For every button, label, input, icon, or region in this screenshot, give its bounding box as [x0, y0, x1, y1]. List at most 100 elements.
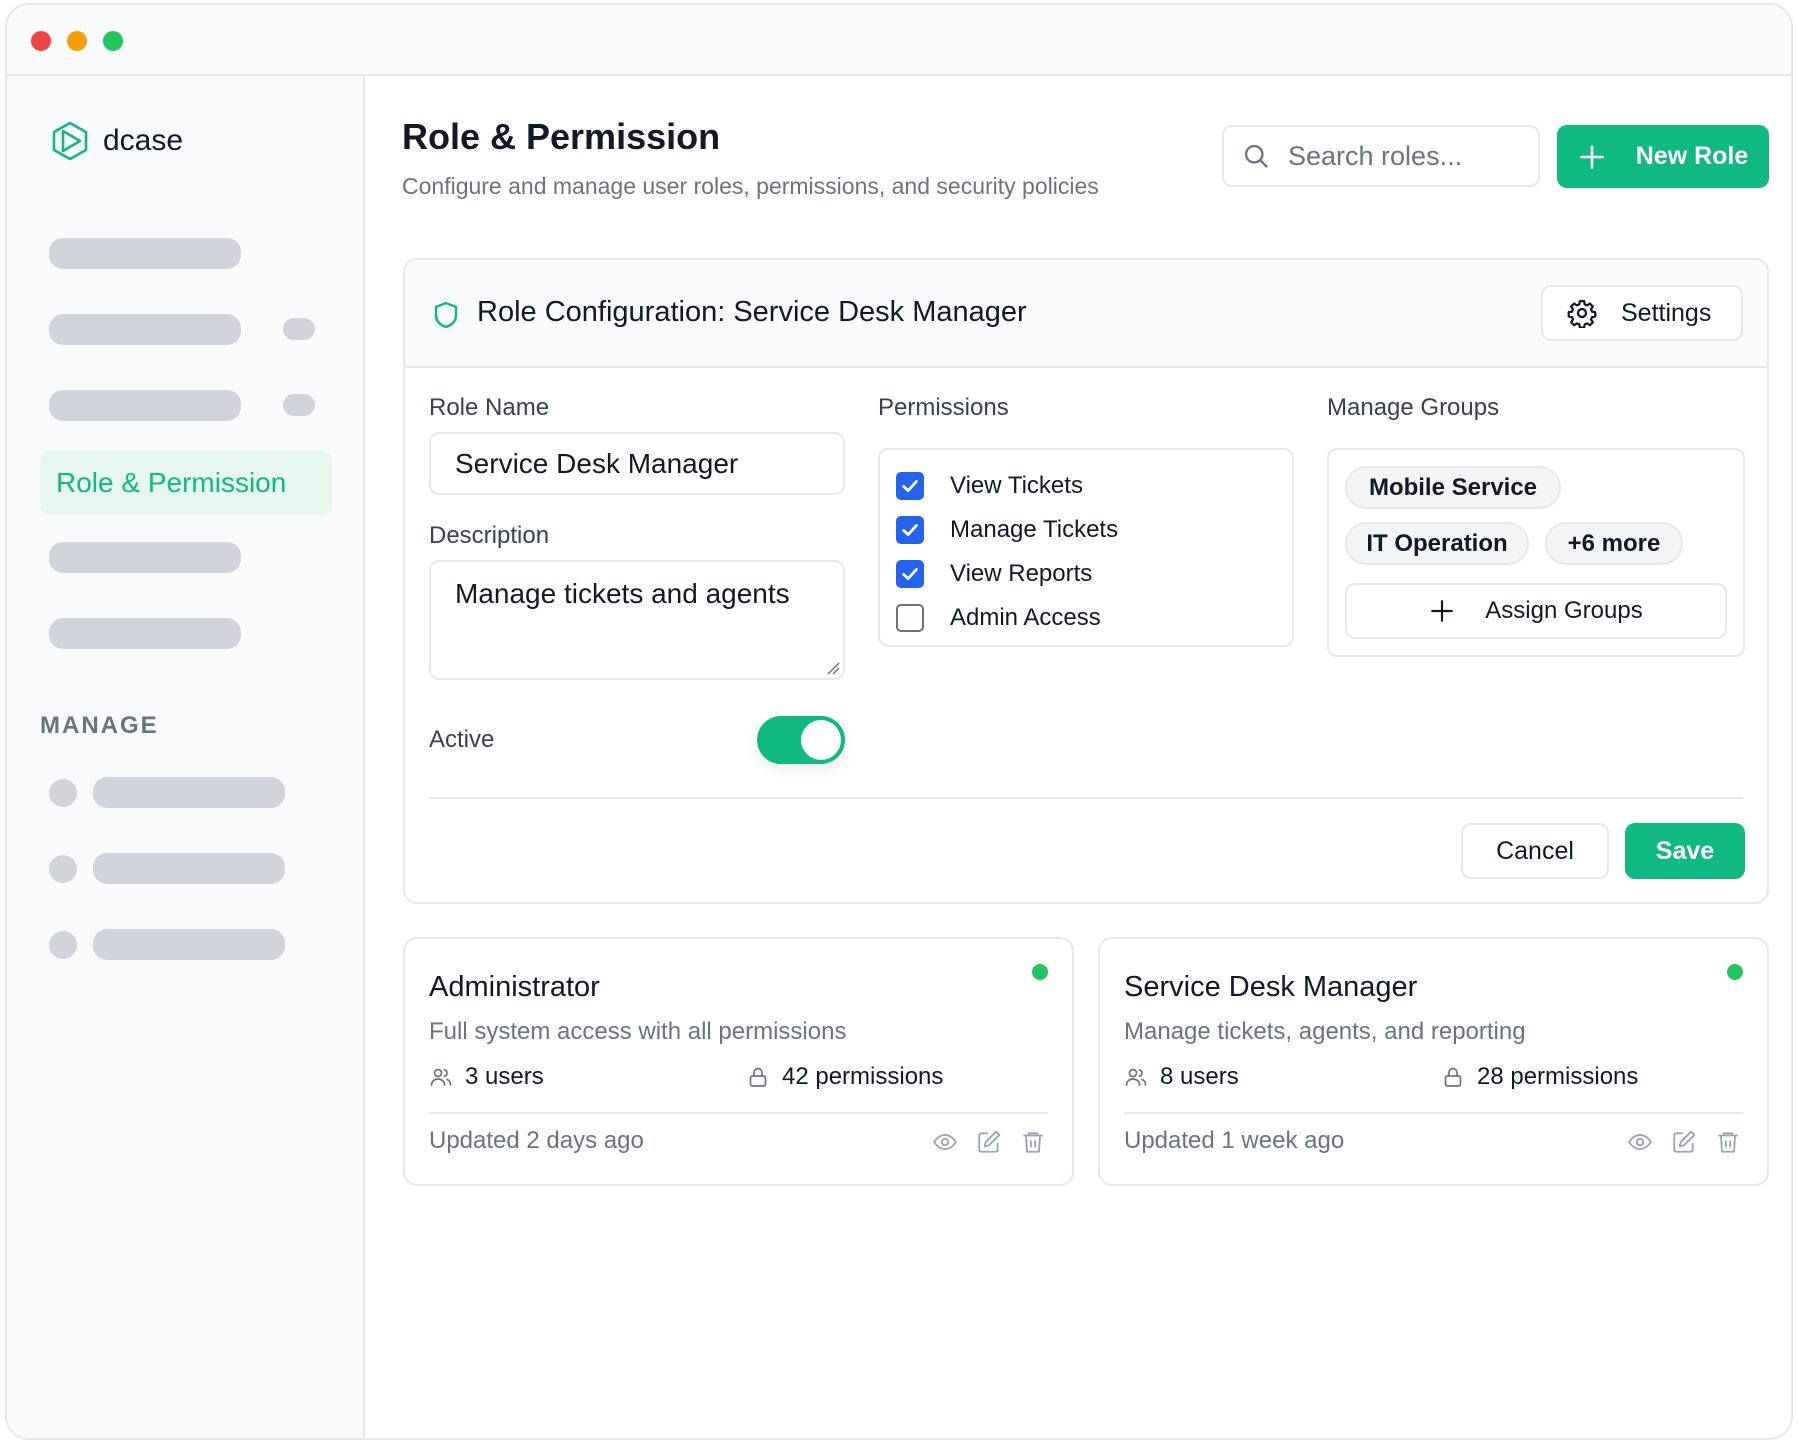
nav-item-placeholder[interactable] — [49, 238, 241, 269]
permission-item[interactable]: View Reports — [880, 552, 1292, 596]
settings-label: Settings — [1621, 298, 1712, 327]
nav-item-placeholder[interactable] — [49, 542, 241, 573]
cancel-button[interactable]: Cancel — [1461, 823, 1609, 879]
page-subtitle: Configure and manage user roles, permiss… — [402, 173, 1099, 199]
role-name-input[interactable] — [429, 432, 845, 495]
permissions-count: 28 permissions — [1441, 1063, 1638, 1091]
permission-label: View Tickets — [950, 472, 1083, 499]
eye-icon[interactable] — [932, 1129, 958, 1155]
card-actions — [914, 1129, 1046, 1155]
search-input[interactable] — [1288, 140, 1528, 172]
nav-item-placeholder[interactable] — [93, 929, 285, 960]
permission-label: Manage Tickets — [950, 516, 1119, 543]
role-name: Service Desk Manager — [1124, 971, 1418, 1003]
description-textarea[interactable]: Manage tickets and agents — [429, 560, 845, 680]
permission-item[interactable]: View Tickets — [880, 464, 1292, 508]
active-label: Active — [429, 726, 495, 753]
nav-item-placeholder[interactable] — [49, 390, 241, 421]
page-title: Role & Permission — [402, 116, 721, 157]
app-window: dcase Role & Permission MANAGE Role & Pe… — [5, 3, 1793, 1440]
permissions-count-text: 42 permissions — [782, 1063, 944, 1090]
users-count-text: 8 users — [1160, 1063, 1239, 1090]
description-value: Manage tickets and agents — [455, 578, 790, 609]
checkbox-checked[interactable] — [896, 516, 924, 544]
search-box[interactable] — [1222, 125, 1540, 187]
app-logo[interactable]: dcase — [49, 120, 183, 162]
permissions-count-text: 28 permissions — [1477, 1063, 1639, 1090]
updated-text: Updated 1 week ago — [1124, 1127, 1345, 1154]
checkbox-unchecked[interactable] — [896, 604, 924, 632]
users-icon — [1125, 1068, 1147, 1086]
description-label: Description — [429, 522, 550, 549]
window-close-button[interactable] — [31, 31, 51, 51]
permissions-label: Permissions — [878, 394, 1009, 421]
save-button[interactable]: Save — [1625, 823, 1745, 879]
card-actions — [1609, 1129, 1741, 1155]
checkbox-checked[interactable] — [896, 472, 924, 500]
trash-icon[interactable] — [1715, 1129, 1741, 1155]
groups-panel: Mobile Service IT Operation +6 more Assi… — [1327, 448, 1745, 657]
sidebar: dcase Role & Permission MANAGE — [7, 76, 365, 1438]
new-role-button[interactable]: New Role — [1557, 125, 1769, 188]
sidebar-item-role-permission[interactable]: Role & Permission — [40, 451, 332, 515]
updated-text: Updated 2 days ago — [429, 1127, 644, 1154]
active-toggle[interactable] — [757, 716, 845, 764]
role-card-service-desk-manager[interactable]: Service Desk Manager Manage tickets, age… — [1098, 937, 1769, 1186]
card-divider — [1124, 1112, 1743, 1114]
users-count-text: 3 users — [465, 1063, 544, 1090]
nav-item-placeholder[interactable] — [49, 314, 241, 345]
role-configuration-header: Role Configuration: Service Desk Manager… — [405, 260, 1767, 368]
group-chip-mobile-service[interactable]: Mobile Service — [1345, 466, 1561, 509]
lock-icon — [749, 1067, 767, 1087]
card-divider — [429, 1112, 1048, 1114]
nav-item-placeholder[interactable] — [93, 777, 285, 808]
status-dot — [1032, 964, 1048, 980]
permission-item[interactable]: Admin Access — [880, 596, 1292, 640]
sidebar-section-label: MANAGE — [40, 712, 159, 739]
assign-groups-label: Assign Groups — [1485, 597, 1643, 624]
edit-icon[interactable] — [1671, 1129, 1697, 1155]
permissions-count: 42 permissions — [746, 1063, 943, 1091]
window-minimize-button[interactable] — [67, 31, 87, 51]
trash-icon[interactable] — [1020, 1129, 1046, 1155]
resize-handle-icon[interactable] — [825, 660, 841, 676]
role-description: Full system access with all permissions — [429, 1018, 847, 1045]
role-configuration-title: Role Configuration: Service Desk Manager — [477, 296, 1027, 328]
edit-icon[interactable] — [976, 1129, 1002, 1155]
group-chip-more[interactable]: +6 more — [1545, 522, 1683, 565]
plus-icon — [1431, 600, 1454, 622]
search-icon — [1244, 144, 1268, 168]
nav-item-placeholder[interactable] — [49, 618, 241, 649]
check-icon — [902, 568, 918, 580]
check-icon — [902, 524, 918, 536]
status-dot — [1727, 964, 1743, 980]
eye-icon[interactable] — [1627, 1129, 1653, 1155]
nav-icon-placeholder — [49, 855, 77, 883]
role-name-label: Role Name — [429, 394, 550, 421]
check-icon — [902, 480, 918, 492]
toggle-knob — [801, 720, 841, 760]
role-name: Administrator — [429, 971, 600, 1003]
nav-item-placeholder[interactable] — [93, 853, 285, 884]
window-maximize-button[interactable] — [103, 31, 123, 51]
assign-groups-button[interactable]: Assign Groups — [1345, 583, 1727, 639]
app-name: dcase — [103, 124, 184, 157]
plus-icon — [1579, 144, 1604, 169]
users-icon — [430, 1068, 452, 1086]
settings-button[interactable]: Settings — [1541, 285, 1743, 341]
sidebar-item-label: Role & Permission — [56, 467, 287, 498]
group-chip-it-operation[interactable]: IT Operation — [1345, 522, 1529, 565]
nav-icon-placeholder — [49, 931, 77, 959]
title-bar — [7, 5, 1791, 76]
permission-item[interactable]: Manage Tickets — [880, 508, 1292, 552]
role-card-administrator[interactable]: Administrator Full system access with al… — [403, 937, 1074, 1186]
permission-label: View Reports — [950, 560, 1093, 587]
new-role-label: New Role — [1635, 142, 1749, 170]
role-description: Manage tickets, agents, and reporting — [1124, 1018, 1526, 1045]
checkbox-checked[interactable] — [896, 560, 924, 588]
gear-icon — [1567, 300, 1597, 328]
nav-badge-placeholder — [283, 318, 315, 340]
users-count: 3 users — [429, 1063, 544, 1091]
dcase-logo-icon — [52, 121, 88, 161]
manage-groups-label: Manage Groups — [1327, 394, 1500, 421]
